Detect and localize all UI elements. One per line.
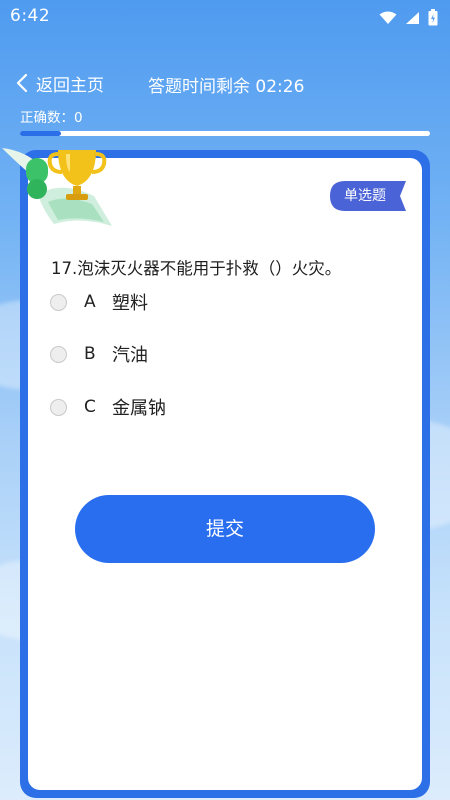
radio-button[interactable] [50, 398, 67, 416]
option-b[interactable]: B 汽油 [50, 336, 390, 372]
signal-icon [405, 11, 419, 24]
countdown-timer: 答题时间剩余 02:26 [148, 77, 305, 97]
submit-button[interactable]: 提交 [75, 495, 375, 563]
option-text: 金属钠 [112, 398, 166, 419]
radio-button[interactable] [50, 293, 67, 311]
header: 返回主页 答题时间剩余 02:26 [0, 62, 450, 102]
status-icons [376, 7, 438, 26]
correct-count: 正确数：0 [20, 110, 83, 126]
back-label: 返回主页 [36, 75, 104, 96]
battery-icon [428, 9, 438, 26]
progress-fill [20, 131, 61, 136]
question-type-badge: 单选题 [330, 181, 406, 211]
question-text: 17.泡沫灭火器不能用于扑救（）火灾。 [51, 259, 342, 278]
app-screen: 6:42 返回主页 答题时间剩余 02:26 正确数：0 单选题 17.泡沫灭火… [0, 0, 450, 800]
option-text: 汽油 [112, 345, 148, 366]
trophy-icon [2, 148, 112, 226]
wifi-icon [379, 11, 397, 24]
option-letter: B [84, 344, 96, 364]
status-bar: 6:42 [0, 0, 450, 32]
question-card [28, 158, 422, 790]
option-letter: C [84, 397, 96, 417]
radio-button[interactable] [50, 345, 67, 363]
option-text: 塑料 [112, 293, 148, 314]
back-button[interactable]: 返回主页 [16, 68, 104, 98]
question-type-label: 单选题 [344, 188, 386, 204]
option-c[interactable]: C 金属钠 [50, 389, 390, 425]
question-card-frame [20, 150, 430, 798]
chevron-left-icon [16, 73, 28, 93]
option-a[interactable]: A 塑料 [50, 284, 390, 320]
progress-bar [20, 131, 430, 136]
status-time: 6:42 [10, 6, 51, 26]
option-letter: A [84, 292, 96, 312]
